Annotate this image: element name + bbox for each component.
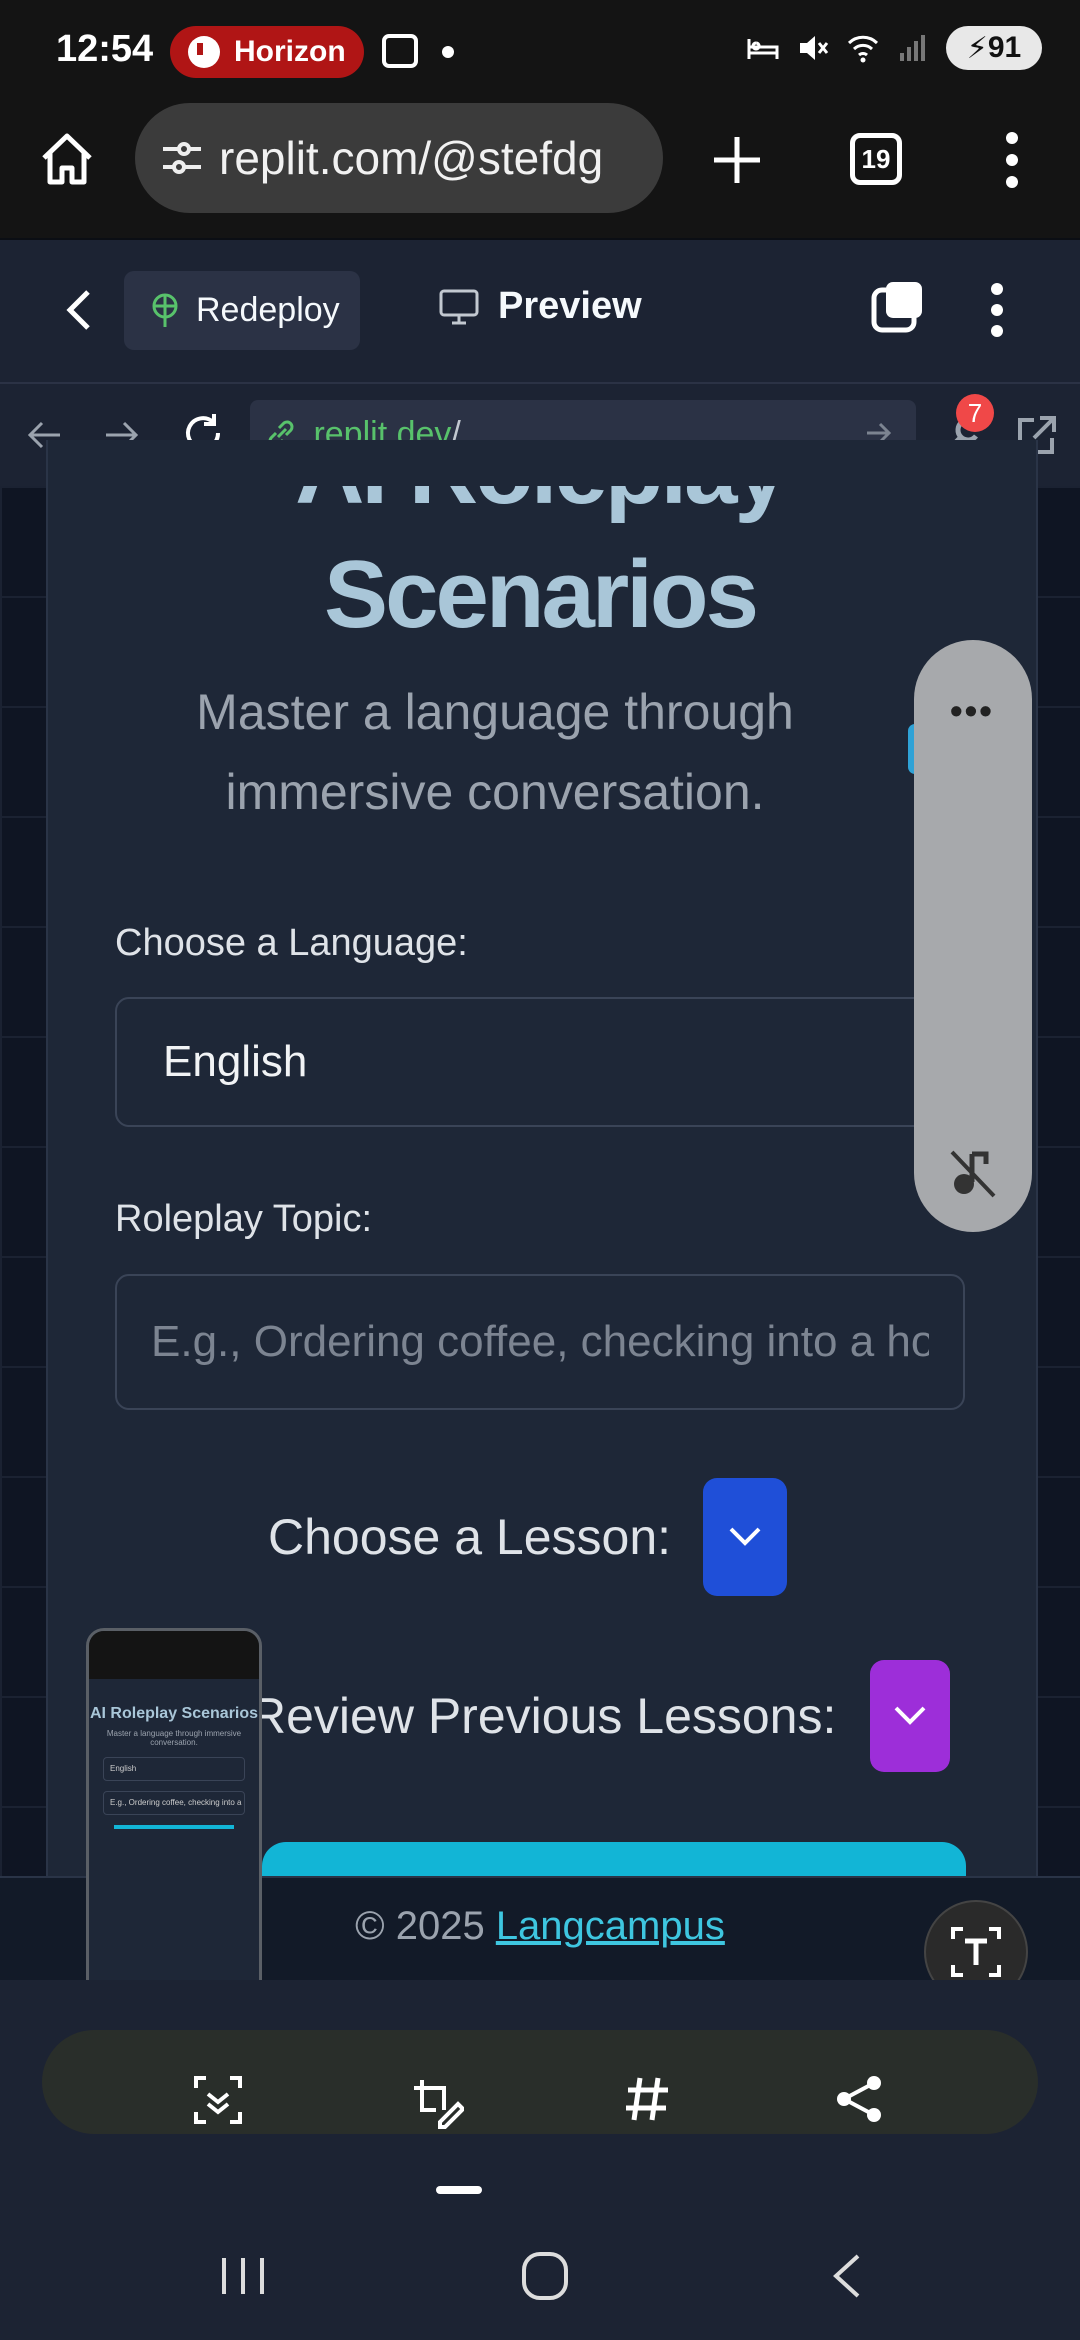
- home-icon[interactable]: [38, 130, 96, 188]
- url-text: replit.com/@stefdg: [219, 132, 604, 184]
- language-label: Choose a Language:: [115, 922, 468, 964]
- thumbnail-field: English: [103, 1757, 245, 1781]
- battery-indicator: ⚡ 91: [946, 26, 1042, 70]
- bed-icon: [747, 39, 779, 59]
- thumbnail-field: E.g., Ordering coffee, checking into a: [103, 1791, 245, 1815]
- thumbnail-bar: [89, 1631, 259, 1679]
- thumbnail-title: AI Roleplay Scenarios: [89, 1705, 259, 1722]
- monitor-icon: [439, 289, 479, 324]
- lesson-dropdown-button[interactable]: [703, 1478, 788, 1596]
- devtools-badge: 7: [956, 394, 994, 432]
- lesson-row: Choose a Lesson:: [268, 1478, 788, 1596]
- footer-copyright: © 2025: [355, 1904, 496, 1948]
- back-icon[interactable]: [828, 2252, 864, 2300]
- app-badge-label: Horizon: [234, 35, 346, 68]
- share-icon[interactable]: [834, 2074, 884, 2124]
- redeploy-button[interactable]: Redeploy: [124, 271, 360, 350]
- app-badge[interactable]: Horizon: [170, 26, 364, 78]
- topic-label: Roleplay Topic:: [115, 1198, 373, 1240]
- lesson-label: Choose a Lesson:: [268, 1509, 672, 1565]
- signal-icon: [900, 35, 925, 61]
- more-horiz-icon[interactable]: •••: [950, 690, 994, 732]
- page-title-line2: Scenarios: [324, 541, 759, 648]
- review-dropdown-button[interactable]: [870, 1660, 951, 1772]
- mute-icon: [800, 36, 829, 60]
- screenshot-icon: [382, 34, 418, 68]
- music-off-icon[interactable]: [948, 1148, 998, 1200]
- recent-apps-icon[interactable]: [218, 2254, 268, 2298]
- tab-preview[interactable]: Preview: [438, 285, 642, 328]
- redeploy-label: Redeploy: [196, 291, 340, 329]
- language-value: English: [163, 1037, 308, 1086]
- screenshot-thumbnail[interactable]: AI Roleplay Scenarios Master a language …: [86, 1628, 262, 2000]
- thumbnail-subtitle: Master a language through immersive conv…: [106, 1729, 242, 1747]
- more-vert-icon[interactable]: [990, 282, 1004, 338]
- page-title-line1: AI Roleplay: [46, 486, 1034, 526]
- status-time: 12:54: [56, 28, 154, 70]
- wifi-icon: [847, 35, 879, 63]
- status-icons: ⚡ 91: [746, 26, 1042, 70]
- hashtag-icon[interactable]: [622, 2074, 672, 2124]
- chevron-left-icon[interactable]: [60, 288, 100, 332]
- edit-crop-icon[interactable]: [408, 2074, 464, 2130]
- plus-icon[interactable]: [708, 131, 766, 189]
- record-icon: [188, 36, 220, 68]
- page-subtitle: Master a language through immersive conv…: [196, 684, 794, 820]
- windows-icon[interactable]: [870, 280, 926, 336]
- chevron-down-icon: [729, 1527, 761, 1546]
- thumbnail-button: [114, 1825, 234, 1829]
- scroll-capture-icon[interactable]: [192, 2074, 244, 2126]
- battery-level: 91: [987, 31, 1022, 64]
- gesture-indicator: [436, 2186, 482, 2194]
- review-row: Review Previous Lessons:: [250, 1660, 951, 1772]
- chevron-down-icon: [894, 1706, 926, 1725]
- notification-dot-icon: [442, 46, 454, 58]
- language-select[interactable]: English: [115, 997, 985, 1127]
- more-vert-icon[interactable]: [1000, 130, 1024, 190]
- review-label: Review Previous Lessons:: [250, 1688, 837, 1744]
- deploy-icon: [152, 293, 178, 327]
- site-settings-icon[interactable]: [159, 135, 205, 181]
- url-bar[interactable]: replit.com/@stefdg: [135, 103, 663, 213]
- text-extract-icon: [951, 1927, 1001, 1977]
- topic-input[interactable]: [115, 1274, 965, 1410]
- footer-link[interactable]: Langcampus: [496, 1904, 725, 1948]
- tab-switcher-button[interactable]: 19: [850, 133, 902, 185]
- home-button-icon[interactable]: [520, 2250, 570, 2302]
- preview-label: Preview: [498, 285, 642, 327]
